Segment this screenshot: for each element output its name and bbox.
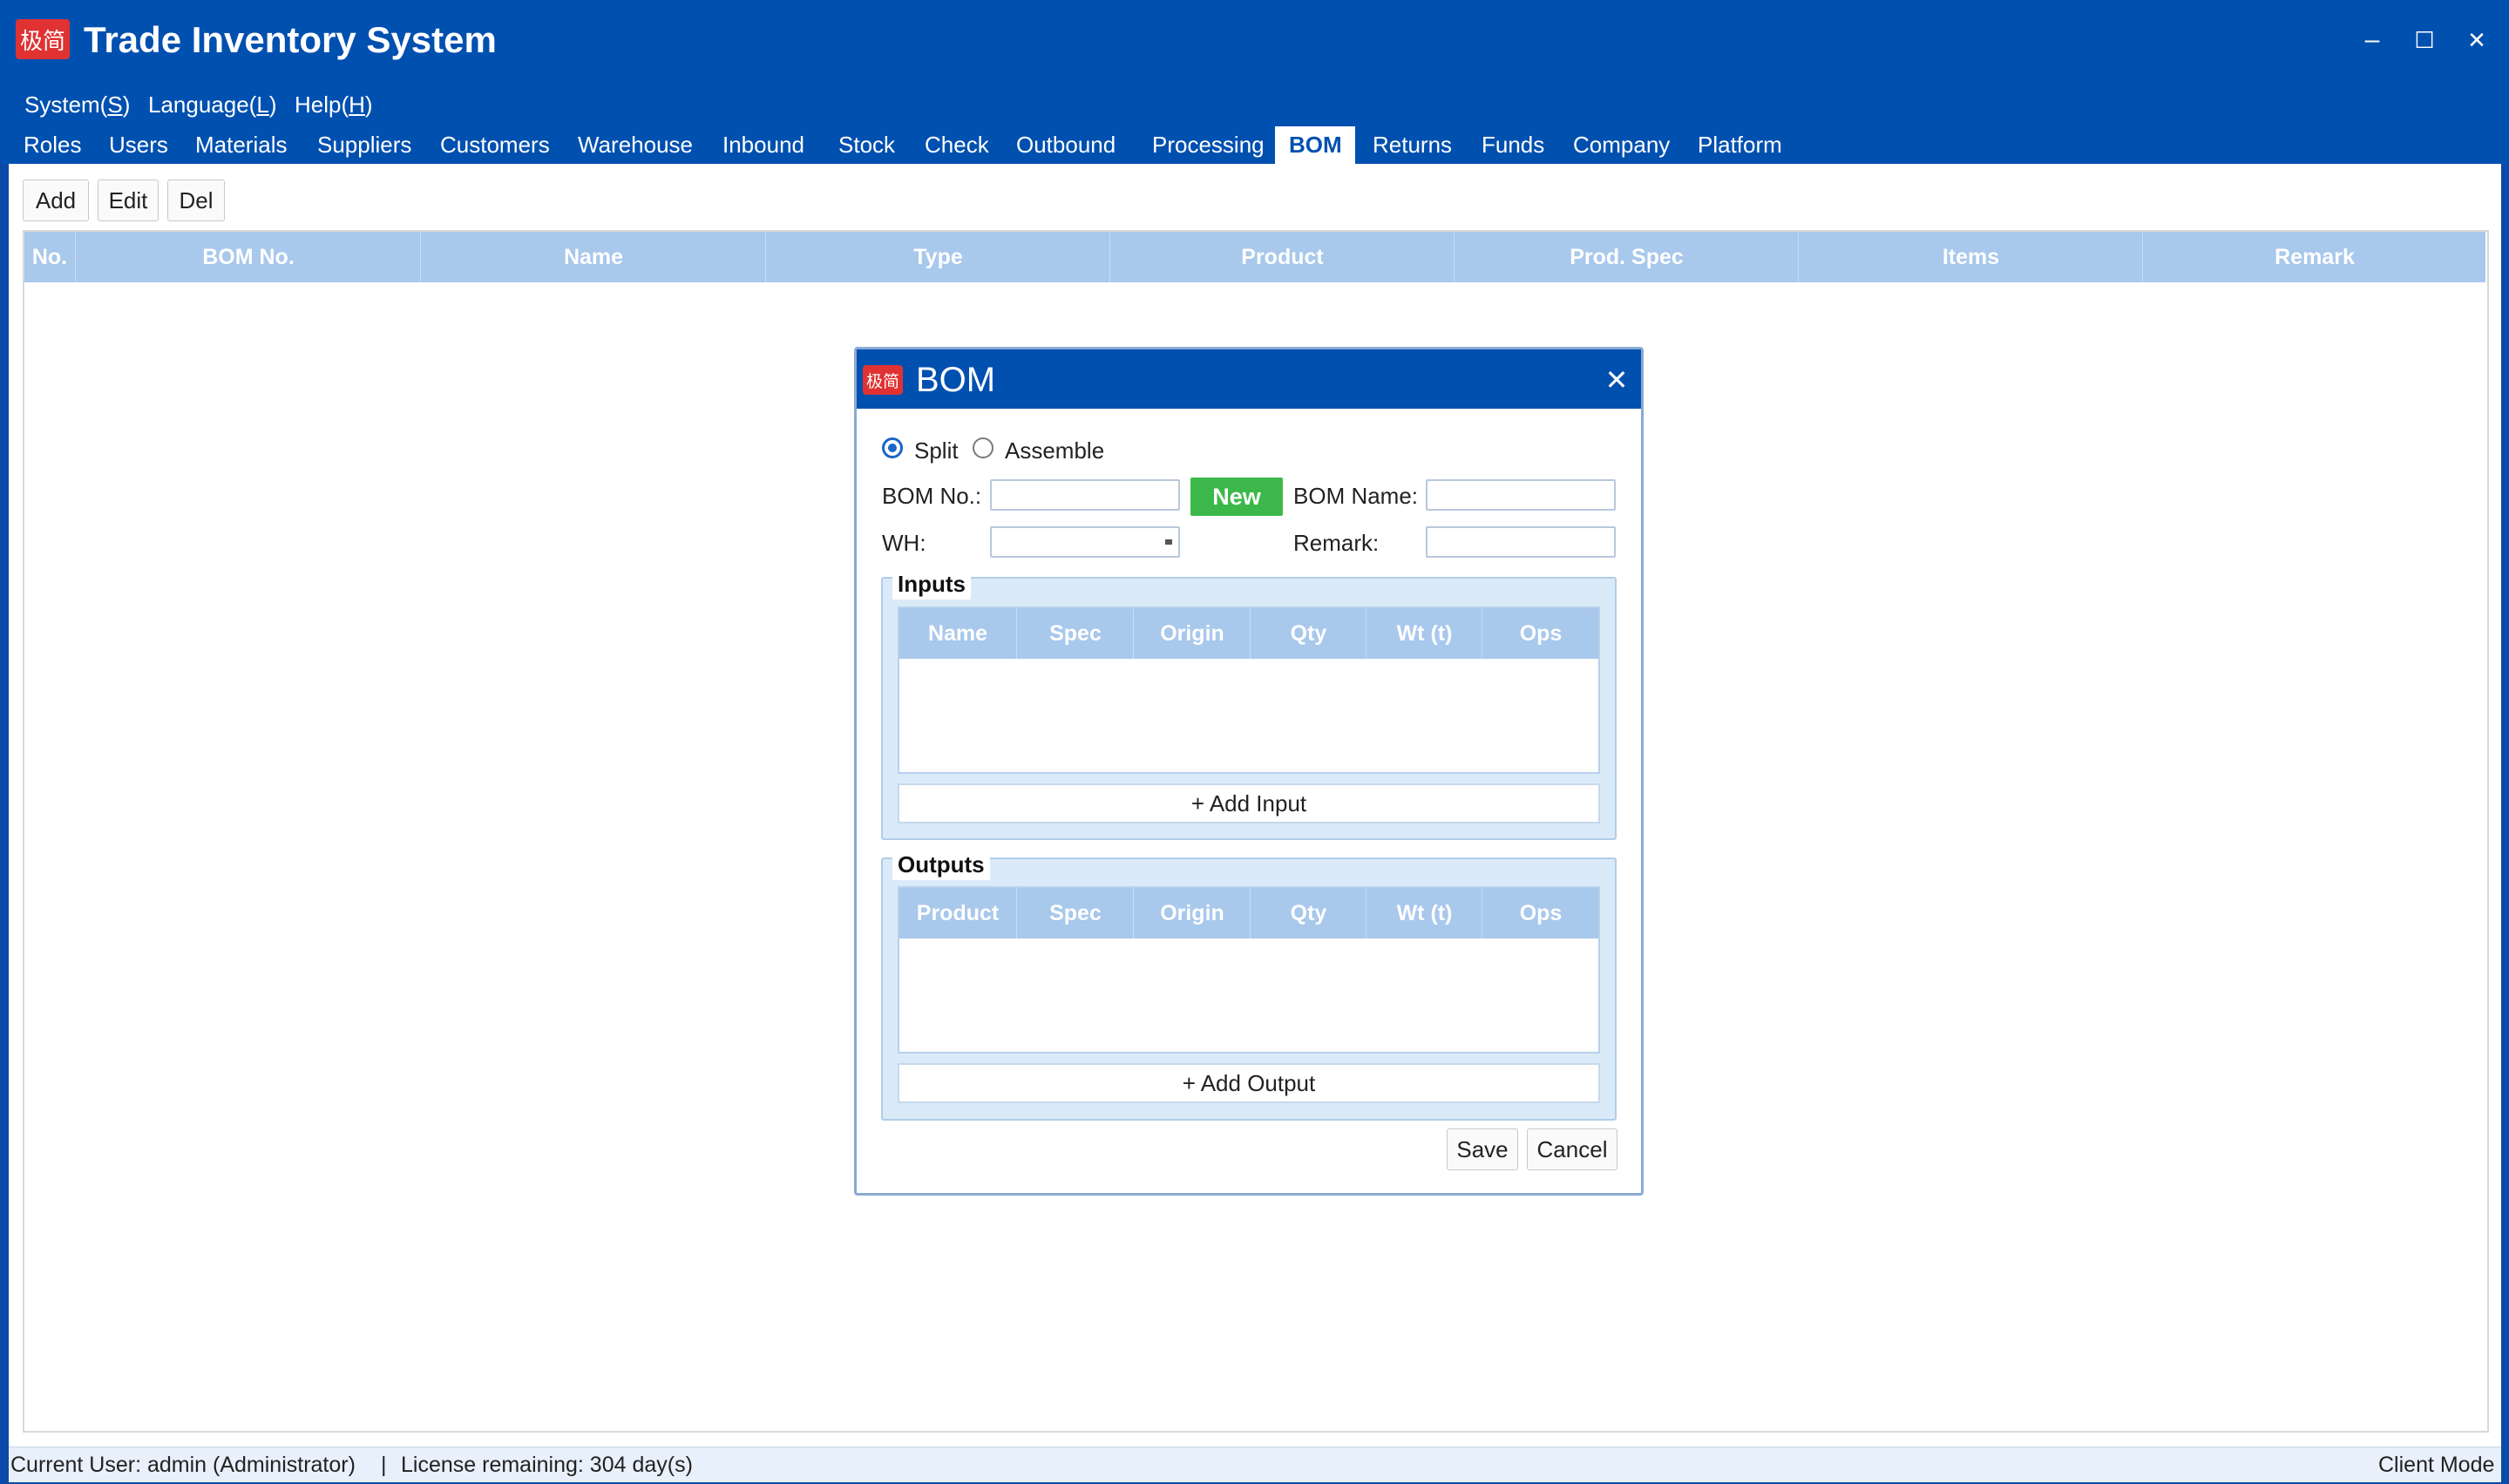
wh-select[interactable] [990, 526, 1180, 558]
status-license: License remaining: 304 day(s) [401, 1453, 693, 1477]
menu-bar [0, 83, 2509, 126]
app-logo: 极简 [16, 19, 70, 59]
menu-system[interactable]: System(S) [24, 83, 130, 126]
add-button[interactable]: Add [23, 180, 89, 221]
cancel-button[interactable]: Cancel [1527, 1128, 1617, 1170]
tab-outbound[interactable]: Outbound [1002, 126, 1129, 164]
bom-no-field[interactable] [990, 479, 1180, 511]
tab-check[interactable]: Check [911, 126, 1003, 164]
col-type[interactable]: Type [765, 232, 1110, 282]
dialog-logo: 极简 [863, 365, 903, 395]
tab-users[interactable]: Users [95, 126, 182, 164]
bom-name-label: BOM Name: [1293, 483, 1419, 509]
add-input-button[interactable]: + Add Input [898, 783, 1600, 823]
minimize-icon[interactable]: – [2346, 19, 2398, 61]
bom-name-field[interactable] [1426, 479, 1616, 511]
dialog-title: BOM [916, 361, 996, 399]
tab-bom[interactable]: BOM [1275, 126, 1355, 164]
inputs-col-qty[interactable]: Qty [1250, 608, 1366, 659]
tab-inbound[interactable]: Inbound [709, 126, 818, 164]
radio-split-label[interactable]: Split [914, 435, 959, 466]
outputs-col-product[interactable]: Product [899, 888, 1016, 939]
status-separator: | [381, 1453, 387, 1477]
outputs-group-title: Outputs [892, 849, 990, 880]
tab-platform[interactable]: Platform [1684, 126, 1796, 164]
wh-label: WH: [882, 530, 926, 556]
bom-no-label: BOM No.: [882, 483, 982, 509]
menu-language[interactable]: Language(L) [148, 83, 276, 126]
outputs-col-qty[interactable]: Qty [1250, 888, 1366, 939]
new-button[interactable]: New [1190, 478, 1283, 516]
remark-field[interactable] [1426, 526, 1616, 558]
radio-split[interactable] [882, 437, 903, 458]
col-product[interactable]: Product [1109, 232, 1455, 282]
tab-stock[interactable]: Stock [824, 126, 909, 164]
tab-returns[interactable]: Returns [1359, 126, 1466, 164]
col-prod-spec[interactable]: Prod. Spec [1454, 232, 1799, 282]
tab-company[interactable]: Company [1559, 126, 1684, 164]
close-icon[interactable]: ✕ [2451, 19, 2503, 61]
tab-processing[interactable]: Processing [1138, 126, 1278, 164]
outputs-col-origin[interactable]: Origin [1133, 888, 1251, 939]
inputs-col-spec[interactable]: Spec [1016, 608, 1134, 659]
outputs-col-spec[interactable]: Spec [1016, 888, 1134, 939]
tab-materials[interactable]: Materials [181, 126, 301, 164]
inputs-col-origin[interactable]: Origin [1133, 608, 1251, 659]
col-remark[interactable]: Remark [2142, 232, 2486, 282]
radio-assemble-label[interactable]: Assemble [1005, 435, 1104, 466]
app-title: Trade Inventory System [84, 19, 497, 60]
save-button[interactable]: Save [1447, 1128, 1518, 1170]
status-user: Current User: admin (Administrator) [10, 1453, 356, 1477]
col-name[interactable]: Name [420, 232, 766, 282]
col-no[interactable]: No. [24, 232, 75, 282]
dialog-close-icon[interactable]: ✕ [1595, 356, 1638, 404]
status-mode: Client Mode [2378, 1453, 2495, 1477]
outputs-col-wt[interactable]: Wt (t) [1366, 888, 1482, 939]
inputs-col-name[interactable]: Name [899, 608, 1016, 659]
inputs-col-ops[interactable]: Ops [1482, 608, 1599, 659]
remark-label: Remark: [1293, 530, 1380, 556]
inputs-group-title: Inputs [892, 568, 971, 600]
inputs-col-wt[interactable]: Wt (t) [1366, 608, 1482, 659]
tab-suppliers[interactable]: Suppliers [303, 126, 425, 164]
outputs-col-ops[interactable]: Ops [1482, 888, 1599, 939]
maximize-icon[interactable]: ☐ [2398, 19, 2451, 61]
dropdown-icon[interactable] [1165, 539, 1172, 545]
tab-customers[interactable]: Customers [426, 126, 564, 164]
tab-warehouse[interactable]: Warehouse [564, 126, 707, 164]
radio-assemble[interactable] [973, 437, 993, 458]
menu-help[interactable]: Help(H) [295, 83, 373, 126]
col-items[interactable]: Items [1798, 232, 2143, 282]
delete-button[interactable]: Del [167, 180, 225, 221]
add-output-button[interactable]: + Add Output [898, 1063, 1600, 1103]
edit-button[interactable]: Edit [98, 180, 159, 221]
tab-funds[interactable]: Funds [1468, 126, 1558, 164]
col-bom-no[interactable]: BOM No. [75, 232, 421, 282]
tab-roles[interactable]: Roles [10, 126, 95, 164]
